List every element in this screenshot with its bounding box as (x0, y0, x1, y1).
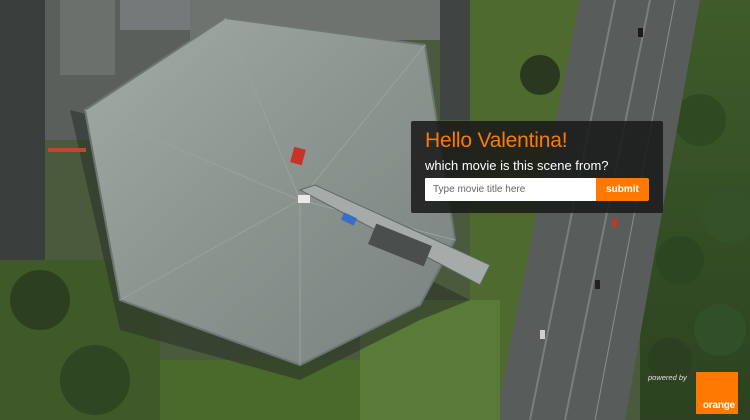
movie-title-input[interactable] (425, 178, 597, 201)
powered-by-label: powered by (648, 373, 687, 382)
orange-logo[interactable]: orange (696, 372, 738, 414)
greeting-title: Hello Valentina! (425, 129, 568, 152)
quiz-question: which movie is this scene from? (425, 158, 609, 173)
orange-logo-text: orange (702, 400, 735, 411)
submit-button[interactable]: submit (596, 178, 649, 201)
quiz-panel: Hello Valentina! which movie is this sce… (411, 121, 663, 213)
